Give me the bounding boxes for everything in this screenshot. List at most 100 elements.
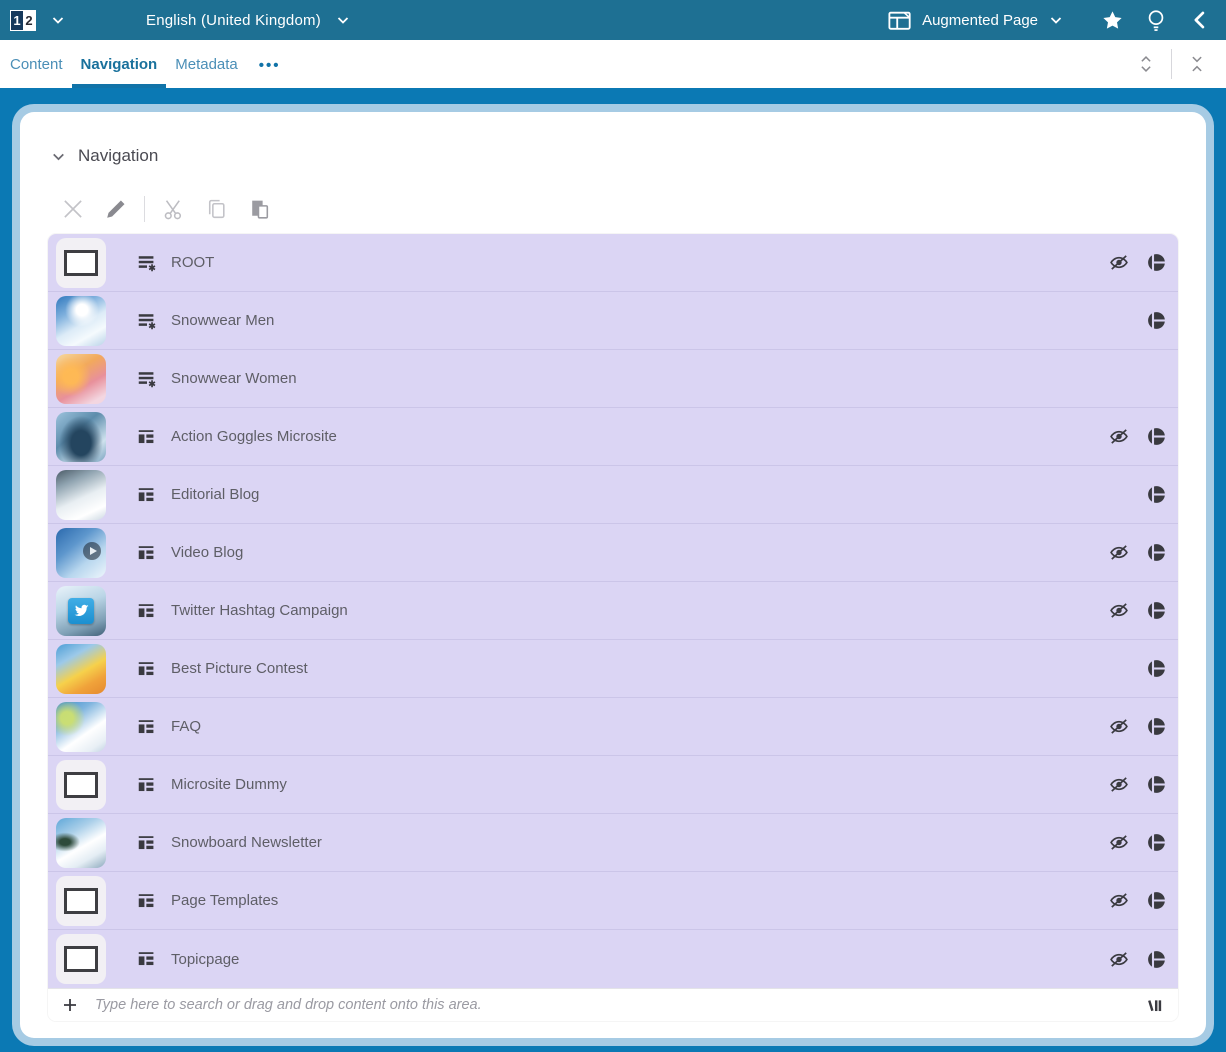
hidden-eye-slash-icon xyxy=(1107,773,1131,797)
nav-item-row[interactable]: Page Templates xyxy=(48,872,1178,930)
edit-pencil-icon[interactable] xyxy=(99,194,132,224)
list-asterisk-icon xyxy=(135,310,159,332)
hidden-eye-slash-icon xyxy=(1107,715,1131,739)
language-selector[interactable]: English (United Kingdom) xyxy=(146,12,351,29)
row-status-icons xyxy=(1144,657,1178,681)
nav-item-label: ROOT xyxy=(171,254,214,271)
variants-globe-icon xyxy=(1144,599,1168,623)
section-header-navigation[interactable]: Navigation xyxy=(50,146,1178,166)
nav-item-row[interactable]: Best Picture Contest xyxy=(48,640,1178,698)
nav-item-label: Best Picture Contest xyxy=(171,660,308,677)
variants-globe-icon xyxy=(1144,309,1168,333)
search-or-drop-input[interactable] xyxy=(95,997,1140,1013)
page-thumbnail xyxy=(56,760,106,810)
nav-item-row[interactable]: Topicpage xyxy=(48,930,1178,988)
nav-item-row[interactable]: FAQ xyxy=(48,698,1178,756)
nav-item-row[interactable]: Snowboard Newsletter xyxy=(48,814,1178,872)
tab-metadata[interactable]: Metadata xyxy=(166,40,247,88)
more-tabs-ellipsis-icon[interactable]: ••• xyxy=(247,40,293,88)
nav-item-row[interactable]: Twitter Hashtag Campaign xyxy=(48,582,1178,640)
tab-content[interactable]: Content xyxy=(1,40,72,88)
nav-item-row[interactable]: ROOT xyxy=(48,234,1178,292)
nav-item-label: Twitter Hashtag Campaign xyxy=(171,602,348,619)
row-status-icons xyxy=(1107,831,1178,855)
page-layout-icon xyxy=(135,426,159,448)
page-thumbnail xyxy=(56,934,106,984)
variants-globe-icon xyxy=(1144,947,1168,971)
page-layout-icon xyxy=(135,948,159,970)
row-status-icons xyxy=(1107,773,1178,797)
nav-item-row[interactable]: Snowwear Men xyxy=(48,292,1178,350)
nav-item-label: Video Blog xyxy=(171,544,243,561)
row-status-icons xyxy=(1107,889,1178,913)
workspace-background: Navigation ROOT Snowwear Men xyxy=(0,88,1226,1052)
tab-navigation[interactable]: Navigation xyxy=(72,40,167,88)
version-badge-left: 1 xyxy=(11,11,23,30)
row-status-icons xyxy=(1107,425,1178,449)
variants-globe-icon xyxy=(1144,483,1168,507)
hidden-eye-slash-icon xyxy=(1107,599,1131,623)
row-status-icons xyxy=(1107,541,1178,565)
page-thumbnail xyxy=(56,296,106,346)
list-asterisk-icon xyxy=(135,252,159,274)
page-layout-icon xyxy=(135,890,159,912)
delete-x-icon[interactable] xyxy=(56,194,89,224)
nav-item-label: Snowwear Men xyxy=(171,312,274,329)
favorite-star-icon[interactable] xyxy=(1090,0,1134,40)
expand-vertical-icon[interactable] xyxy=(1125,44,1167,84)
page-layout-icon xyxy=(135,484,159,506)
nav-item-label: Snowboard Newsletter xyxy=(171,834,322,851)
nav-item-row[interactable]: Microsite Dummy xyxy=(48,756,1178,814)
content-library-icon[interactable] xyxy=(1140,992,1168,1018)
nav-item-row[interactable]: Action Goggles Microsite xyxy=(48,408,1178,466)
nav-item-label: Editorial Blog xyxy=(171,486,259,503)
tabs-container: ContentNavigationMetadata xyxy=(0,40,247,88)
hidden-eye-slash-icon xyxy=(1107,831,1131,855)
row-status-icons xyxy=(1107,947,1178,971)
version-dropdown-chevron-icon[interactable] xyxy=(50,12,66,28)
row-status-icons xyxy=(1107,715,1178,739)
page-thumbnail xyxy=(56,702,106,752)
add-plus-icon[interactable] xyxy=(57,992,83,1018)
page-layout-topbar-icon xyxy=(888,10,912,31)
nav-item-label: Snowwear Women xyxy=(171,370,297,387)
page-thumbnail xyxy=(56,818,106,868)
nav-item-label: Topicpage xyxy=(171,951,239,968)
row-status-icons xyxy=(1144,309,1178,333)
page-thumbnail xyxy=(56,586,106,636)
variants-globe-icon xyxy=(1144,657,1168,681)
variants-globe-icon xyxy=(1144,715,1168,739)
page-thumbnail xyxy=(56,412,106,462)
nav-item-row[interactable]: Video Blog xyxy=(48,524,1178,582)
play-button-icon xyxy=(83,542,101,560)
toolbar-divider xyxy=(144,196,145,222)
image-placeholder-icon xyxy=(64,946,98,972)
row-status-icons xyxy=(1144,483,1178,507)
version-badge[interactable]: 1 2 xyxy=(10,10,36,31)
collapse-vertical-icon[interactable] xyxy=(1176,44,1218,84)
image-placeholder-icon xyxy=(64,250,98,276)
version-badge-right: 2 xyxy=(23,11,35,30)
nav-item-row[interactable]: Snowwear Women xyxy=(48,350,1178,408)
page-layout-icon xyxy=(135,542,159,564)
hidden-eye-slash-icon xyxy=(1107,251,1131,275)
nav-item-label: Microsite Dummy xyxy=(171,776,287,793)
variants-globe-icon xyxy=(1144,541,1168,565)
composer-row[interactable] xyxy=(48,988,1178,1021)
cut-scissors-icon[interactable] xyxy=(157,194,190,224)
page-layout-icon xyxy=(135,716,159,738)
nav-item-row[interactable]: Editorial Blog xyxy=(48,466,1178,524)
page-thumbnail xyxy=(56,644,106,694)
page-layout-icon xyxy=(135,600,159,622)
variants-globe-icon xyxy=(1144,425,1168,449)
copy-icon[interactable] xyxy=(200,194,233,224)
lightbulb-icon[interactable] xyxy=(1134,0,1178,40)
paste-icon[interactable] xyxy=(243,194,276,224)
back-chevron-icon[interactable] xyxy=(1178,0,1222,40)
chevron-down-icon xyxy=(335,12,351,28)
top-bar: 1 2 English (United Kingdom) Augmented P… xyxy=(0,0,1226,40)
image-placeholder-icon xyxy=(64,888,98,914)
page-thumbnail xyxy=(56,238,106,288)
hidden-eye-slash-icon xyxy=(1107,947,1131,971)
page-type-selector[interactable]: Augmented Page xyxy=(888,10,1064,31)
